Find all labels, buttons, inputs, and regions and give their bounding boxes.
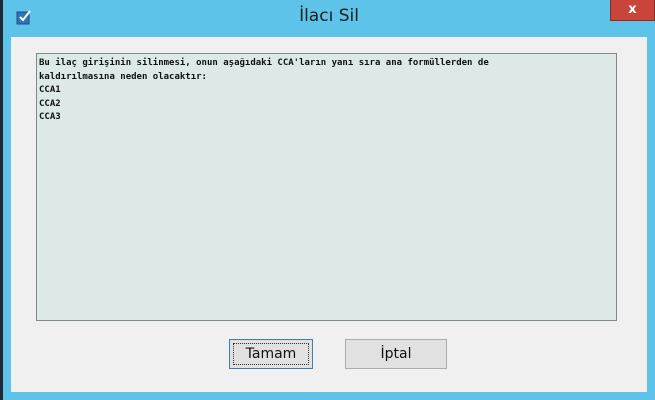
message-text-area[interactable]: Bu ilaç girişinin silinmesi, onun aşağıd… bbox=[36, 53, 617, 321]
window-border bbox=[0, 0, 3, 400]
close-button[interactable]: x bbox=[610, 0, 655, 21]
ok-button[interactable]: Tamam bbox=[229, 339, 313, 369]
cca-item: CCA1 bbox=[39, 85, 61, 95]
cca-item: CCA3 bbox=[39, 112, 61, 122]
message-line: Bu ilaç girişinin silinmesi, onun aşağıd… bbox=[39, 58, 489, 68]
title-bar[interactable]: İlacı Sil x bbox=[3, 0, 655, 36]
cca-item: CCA2 bbox=[39, 98, 61, 109]
message-line: kaldırılmasına neden olacaktır: bbox=[39, 71, 207, 82]
focus-rectangle bbox=[233, 343, 309, 365]
window-title: İlacı Sil bbox=[299, 6, 359, 26]
cancel-button-label: İptal bbox=[380, 346, 412, 362]
dialog-client-area: Bu ilaç girişinin silinmesi, onun aşağıd… bbox=[11, 37, 647, 392]
dialog-window: İlacı Sil x Bu ilaç girişinin silinmesi,… bbox=[0, 0, 655, 400]
cancel-button[interactable]: İptal bbox=[345, 339, 447, 369]
close-icon: x bbox=[628, 2, 637, 17]
